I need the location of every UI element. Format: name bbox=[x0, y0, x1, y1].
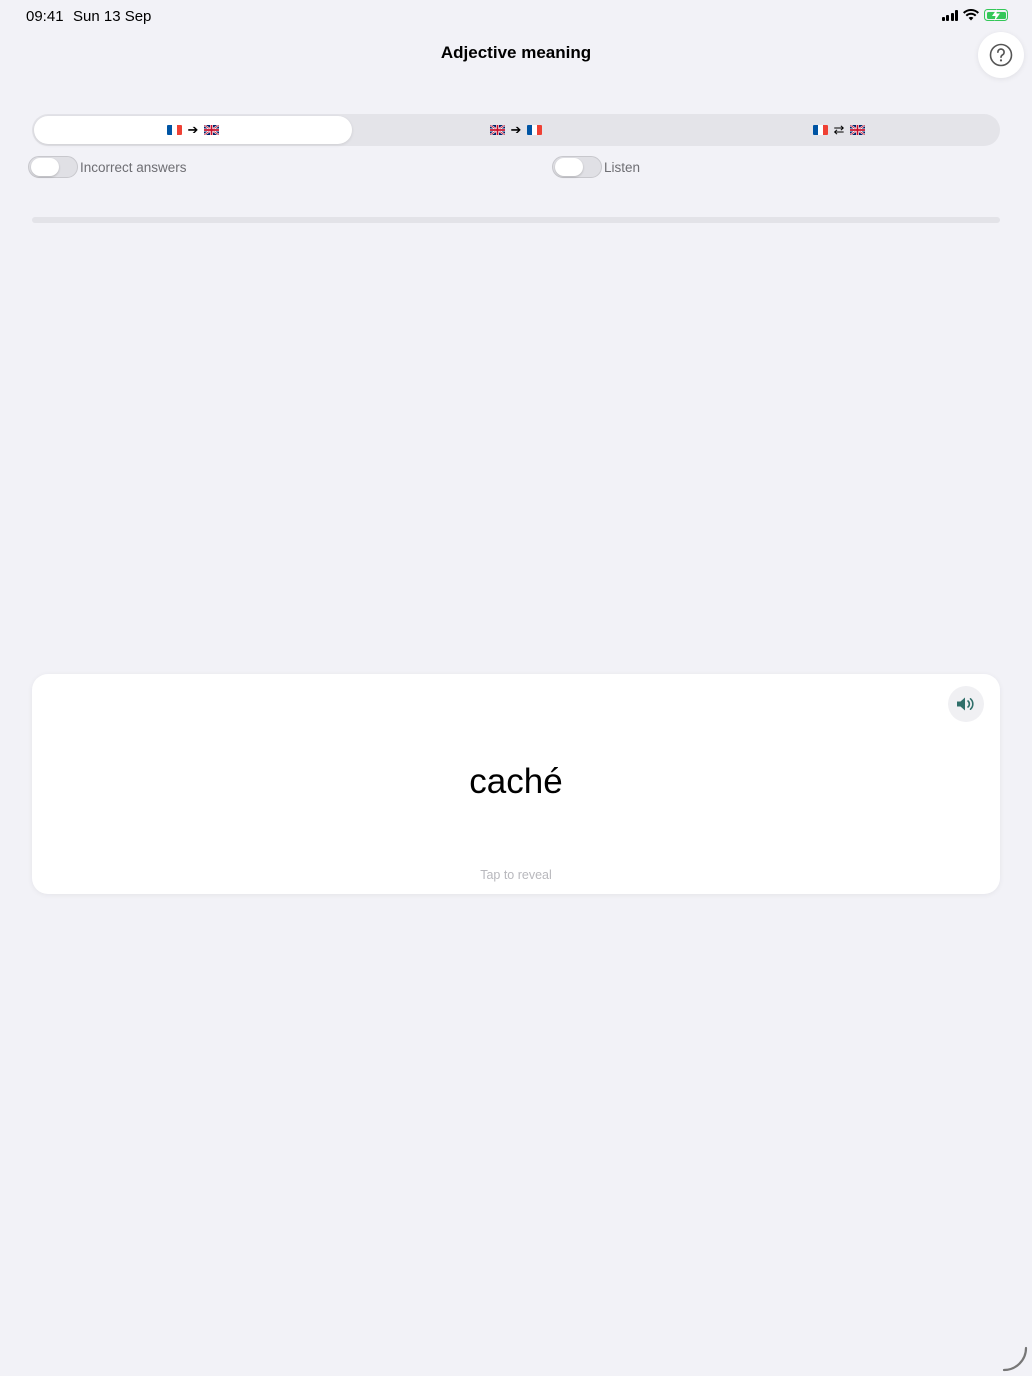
wifi-icon bbox=[963, 9, 979, 21]
uk-flag-icon bbox=[850, 125, 866, 135]
tap-to-reveal-hint: Tap to reveal bbox=[480, 868, 552, 882]
listen-toggle-row: Listen bbox=[552, 156, 640, 178]
incorrect-answers-switch[interactable] bbox=[28, 156, 78, 178]
swap-arrows-icon: ⇄ bbox=[833, 122, 845, 137]
charging-bolt-icon bbox=[992, 9, 1000, 21]
cellular-signal-icon bbox=[941, 9, 958, 21]
question-mark-icon bbox=[989, 43, 1013, 67]
flashcard[interactable]: caché Tap to reveal bbox=[32, 674, 1000, 894]
speaker-icon bbox=[957, 697, 974, 711]
status-bar: 09:41 Sun 13 Sep bbox=[0, 0, 1032, 34]
uk-flag-icon bbox=[204, 125, 220, 135]
tab-bidirectional[interactable]: ⇄ bbox=[680, 116, 998, 144]
loading-spinner-icon bbox=[1002, 1346, 1028, 1372]
arrow-right-icon: ➔ bbox=[187, 122, 199, 137]
tab-english-to-french[interactable]: ➔ bbox=[357, 116, 675, 144]
tab-french-to-english[interactable]: ➔ bbox=[34, 116, 352, 144]
direction-segmented-control: ➔ ➔ ⇄ bbox=[32, 114, 1000, 146]
status-date: Sun 13 Sep bbox=[73, 8, 152, 25]
incorrect-answers-toggle-row: Incorrect answers bbox=[28, 156, 187, 178]
speaker-button[interactable] bbox=[948, 686, 984, 722]
status-time: 09:41 bbox=[26, 8, 64, 25]
help-button[interactable] bbox=[978, 32, 1024, 78]
arrow-right-icon: ➔ bbox=[510, 122, 522, 137]
french-flag-icon bbox=[812, 125, 828, 135]
flashcard-word: caché bbox=[469, 762, 563, 801]
page-title: Adjective meaning bbox=[440, 43, 592, 62]
french-flag-icon bbox=[166, 125, 182, 135]
incorrect-answers-label: Incorrect answers bbox=[80, 159, 187, 175]
progress-bar bbox=[32, 217, 1000, 223]
listen-switch[interactable] bbox=[552, 156, 602, 178]
french-flag-icon bbox=[527, 125, 543, 135]
listen-label: Listen bbox=[604, 159, 641, 175]
uk-flag-icon bbox=[489, 125, 505, 135]
status-icons bbox=[941, 9, 1008, 21]
